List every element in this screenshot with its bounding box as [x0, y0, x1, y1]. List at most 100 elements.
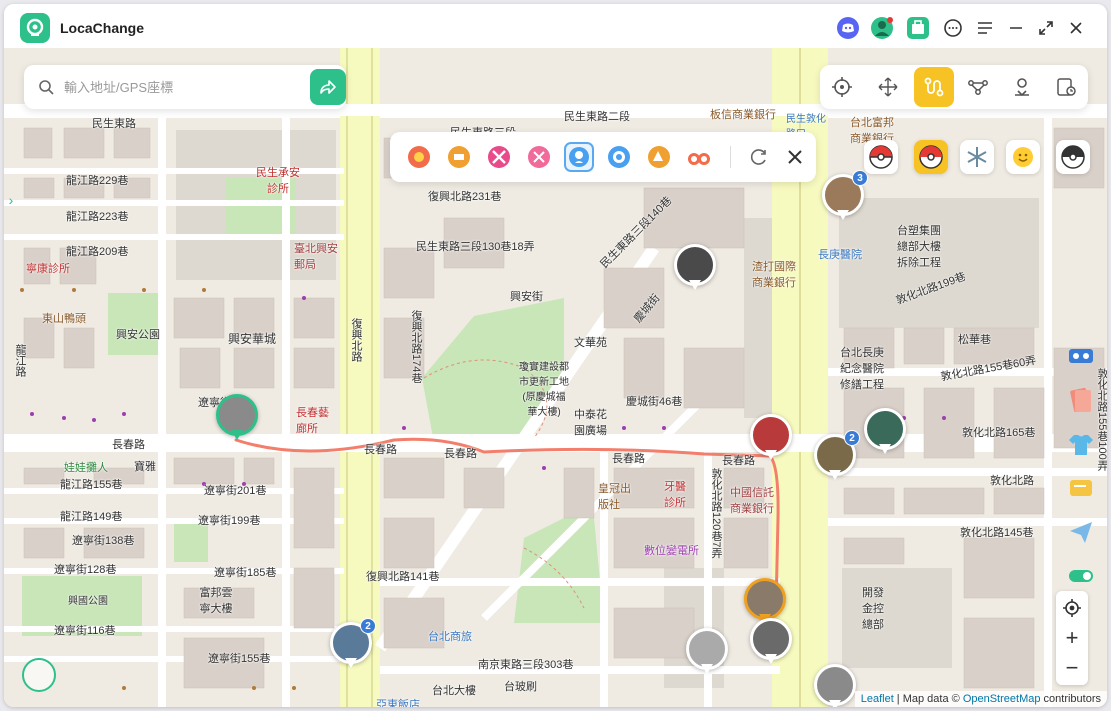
- zoom-controls: + −: [1056, 591, 1088, 685]
- map-label: 興安公園: [116, 329, 160, 341]
- speed-bike-button[interactable]: [484, 142, 514, 172]
- cluster-count-badge: 2: [844, 430, 860, 446]
- pokeball-dark-button[interactable]: [1056, 140, 1090, 174]
- map-label: 台北長庚紀念醫院修繕工程: [840, 347, 884, 391]
- map-label: 開發金控總部: [862, 587, 884, 631]
- map-label: 娃娃攤人: [64, 462, 108, 474]
- speed-1-icon: [408, 146, 430, 168]
- snowflake-icon: [967, 147, 987, 167]
- photo-pin[interactable]: 3: [822, 170, 868, 224]
- smiley-button[interactable]: [1006, 140, 1040, 174]
- speed-selected-button[interactable]: [564, 142, 594, 172]
- vr-icon: [1069, 349, 1093, 363]
- pokeball-button[interactable]: [864, 140, 898, 174]
- map-view[interactable]: 民生東路 民生東路二段 民生東路三段 板信商業銀行 民生敦化路口 台北富邦商業銀…: [4, 48, 1107, 707]
- close-route-bar-button[interactable]: [780, 142, 810, 172]
- map-label: 遼寧街155巷: [208, 653, 271, 665]
- map-label: 寶雅: [134, 461, 156, 473]
- map-label: 龍江路223巷: [66, 211, 129, 223]
- send-button[interactable]: [1061, 514, 1101, 550]
- map-label: 台北商旅: [428, 631, 472, 643]
- speed-run-button[interactable]: [444, 142, 474, 172]
- sticker-button[interactable]: [1061, 470, 1101, 506]
- photo-pin[interactable]: [674, 244, 716, 294]
- cards-button[interactable]: [1061, 382, 1101, 418]
- vr-button[interactable]: [1061, 338, 1101, 374]
- discord-icon[interactable]: [836, 16, 860, 40]
- map-label: 民生東路三段130巷18弄: [416, 241, 535, 253]
- map-label: 敦化北路145巷: [960, 527, 1034, 539]
- map-label: 中國信託商業銀行: [730, 487, 774, 515]
- map-label: 文華苑: [574, 337, 607, 349]
- toggle-button[interactable]: [1061, 558, 1101, 594]
- map-label: 亞東飯店: [376, 699, 420, 707]
- minimize-icon[interactable]: [1004, 16, 1028, 40]
- share-arrow-icon: [320, 80, 336, 94]
- speed-7-button[interactable]: [644, 142, 674, 172]
- refresh-icon: [750, 149, 766, 165]
- jump-teleport-button[interactable]: [1002, 67, 1042, 107]
- compass-button[interactable]: [22, 658, 56, 692]
- search-box: [24, 65, 346, 109]
- menu-icon[interactable]: [973, 16, 997, 40]
- map-label: 復興北路174巷: [410, 310, 422, 384]
- snowflake-button[interactable]: [960, 140, 994, 174]
- maximize-icon[interactable]: [1034, 16, 1058, 40]
- chat-icon[interactable]: [941, 16, 965, 40]
- joystick-mode-button[interactable]: [868, 67, 908, 107]
- speed-8-button[interactable]: [684, 142, 714, 172]
- photo-pin[interactable]: [750, 618, 792, 668]
- photo-pin[interactable]: 2: [814, 430, 860, 484]
- avatar-icon[interactable]: [870, 16, 894, 40]
- photo-pin[interactable]: [686, 628, 728, 678]
- panel-expand-button[interactable]: ›: [4, 183, 18, 217]
- map-label: 富邦雲寧大樓: [199, 587, 233, 615]
- map-label: 長春路: [612, 453, 645, 465]
- map-label: 龍江路: [14, 344, 26, 377]
- toolbox-icon[interactable]: [906, 16, 930, 40]
- osm-link[interactable]: OpenStreetMap: [963, 693, 1041, 705]
- speed-6-button[interactable]: [604, 142, 634, 172]
- multi-spot-route-button[interactable]: [958, 67, 998, 107]
- locate-me-button[interactable]: [1056, 593, 1088, 623]
- map-label: 敦化北路: [990, 475, 1034, 487]
- smiley-icon: [1013, 147, 1033, 167]
- attribution-contributors: contributors: [1040, 693, 1101, 705]
- map-label: 遼寧街199巷: [198, 515, 261, 527]
- search-input[interactable]: [64, 77, 294, 97]
- map-label: 遼寧街185巷: [214, 567, 277, 579]
- current-location-pin[interactable]: [216, 394, 258, 444]
- speed-2-icon: [448, 146, 470, 168]
- close-icon[interactable]: [1064, 16, 1088, 40]
- refresh-route-button[interactable]: [744, 142, 774, 172]
- map-label: 復興北路231巷: [428, 191, 502, 203]
- map-label: 台玻刷: [504, 681, 537, 693]
- zoom-in-button[interactable]: +: [1056, 623, 1088, 653]
- speed-walk-button[interactable]: [404, 142, 434, 172]
- map-label: 台北大樓: [432, 685, 476, 697]
- photo-pin[interactable]: [864, 408, 906, 458]
- mode-bar: [820, 65, 1088, 109]
- map-label: 牙醫診所: [664, 481, 686, 509]
- shirt-icon: [1069, 435, 1093, 455]
- photo-pin[interactable]: [814, 664, 856, 707]
- crosshair-icon: [832, 77, 852, 97]
- history-button[interactable]: [1046, 67, 1086, 107]
- map-label: 長庚醫院: [818, 249, 862, 261]
- map-label: 民生承安診所: [256, 167, 300, 195]
- photo-pin[interactable]: 2: [330, 618, 376, 672]
- speed-car-button[interactable]: [524, 142, 554, 172]
- map-label: 龍江路155巷: [60, 479, 123, 491]
- shirt-button[interactable]: [1061, 426, 1101, 462]
- close-icon: [788, 150, 802, 164]
- cards-icon: [1070, 387, 1091, 413]
- zoom-out-button[interactable]: −: [1056, 653, 1088, 683]
- leaflet-link[interactable]: Leaflet: [861, 693, 894, 705]
- go-button[interactable]: [310, 69, 346, 105]
- pokestop-button[interactable]: [914, 140, 948, 174]
- two-spot-route-button[interactable]: [914, 67, 954, 107]
- map-label: 敦化北路165巷: [962, 427, 1036, 439]
- binoculars-icon: [688, 153, 710, 165]
- teleport-mode-button[interactable]: [822, 67, 862, 107]
- photo-pin[interactable]: [750, 414, 792, 464]
